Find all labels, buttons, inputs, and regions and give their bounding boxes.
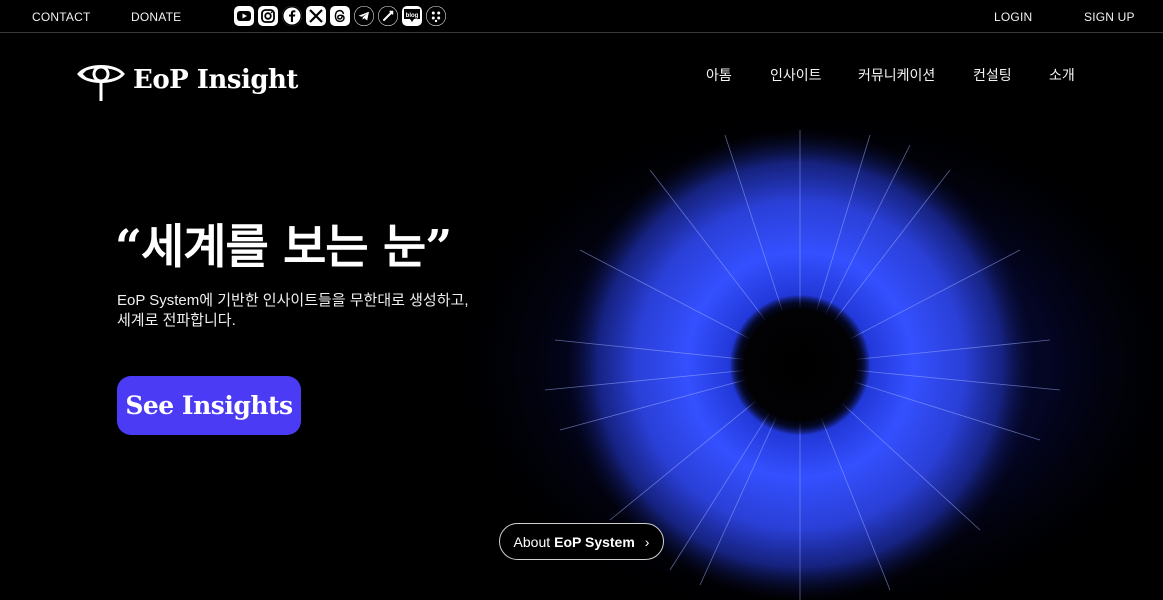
about-prefix: About — [513, 533, 551, 550]
telegram-icon[interactable] — [354, 6, 374, 26]
see-insights-button[interactable]: See Insights — [117, 376, 301, 435]
contact-link[interactable]: CONTACT — [32, 10, 91, 24]
hero-subtitle-line-2: 세계로 전파합니다. — [117, 312, 236, 329]
main-nav: 아톰 인사이트 커뮤니케이션 컨설팅 소개 — [0, 65, 1163, 85]
about-eop-system-button[interactable]: About EoP System › — [499, 523, 664, 560]
donate-link[interactable]: DONATE — [131, 10, 181, 24]
signup-link[interactable]: SIGN UP — [1084, 10, 1135, 24]
svg-text:blog: blog — [406, 13, 419, 19]
login-link[interactable]: LOGIN — [994, 10, 1032, 24]
hero-title: “세계를 보는 눈” — [115, 220, 452, 275]
link-icon[interactable] — [378, 6, 398, 26]
chevron-right-icon: › — [644, 533, 650, 550]
blog-icon[interactable]: blog — [402, 6, 422, 26]
nav-item-insight[interactable]: 인사이트 — [770, 65, 822, 85]
youtube-icon[interactable] — [234, 6, 254, 26]
nav-item-communication[interactable]: 커뮤니케이션 — [858, 65, 935, 85]
utility-bar: CONTACT DONATE blog LOGIN SIGN UP — [0, 0, 1163, 33]
social-links: blog — [234, 6, 446, 26]
about-system-name: EoP System — [554, 533, 635, 550]
x-icon[interactable] — [306, 6, 326, 26]
nav-item-atom[interactable]: 아톰 — [706, 65, 732, 85]
instagram-icon[interactable] — [258, 6, 278, 26]
linktree-icon[interactable] — [426, 6, 446, 26]
nav-item-consulting[interactable]: 컨설팅 — [973, 65, 1012, 85]
hero-subtitle-line-1: EoP System에 기반한 인사이트들을 무한대로 생성하고, — [117, 292, 469, 309]
facebook-icon[interactable] — [282, 6, 302, 26]
hero-subtitle: EoP System에 기반한 인사이트들을 무한대로 생성하고, 세계로 전파… — [117, 291, 517, 331]
threads-icon[interactable] — [330, 6, 350, 26]
nav-item-about[interactable]: 소개 — [1049, 65, 1075, 85]
